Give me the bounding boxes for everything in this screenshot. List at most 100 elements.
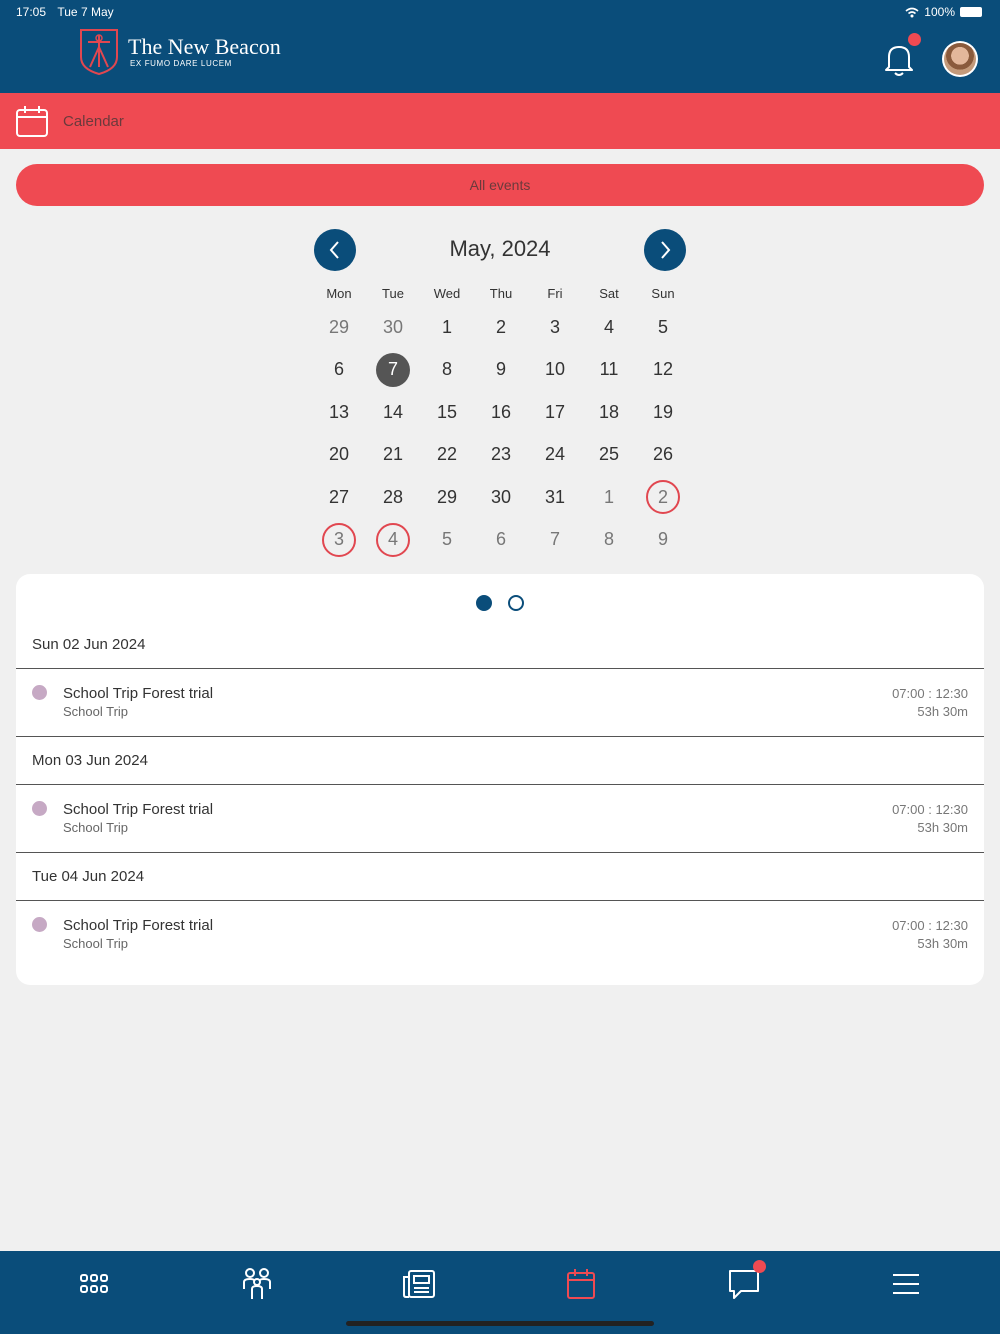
event-item[interactable]: School Trip Forest trial School Trip 07:00…	[16, 785, 984, 853]
day-number: 31	[544, 486, 566, 507]
calendar-day[interactable]: 7	[528, 519, 582, 562]
calendar-icon	[567, 1269, 595, 1299]
tab-calendar[interactable]	[559, 1264, 603, 1304]
calendar-day[interactable]: 18	[582, 391, 636, 434]
next-month-button[interactable]	[644, 229, 686, 271]
day-number: 19	[652, 401, 674, 422]
calendar-day[interactable]: 3	[312, 519, 366, 562]
calendar-day[interactable]: 2	[474, 306, 528, 349]
day-number: 21	[382, 444, 404, 465]
event-group-date: Sun 02 Jun 2024	[16, 621, 984, 669]
calendar-day[interactable]: 22	[420, 434, 474, 477]
event-group-date: Tue 04 Jun 2024	[16, 853, 984, 901]
event-title: School Trip Forest trial	[63, 917, 214, 934]
day-number: 20	[328, 444, 350, 465]
school-logo[interactable]: The New Beacon EX FUMO DARE LUCEM	[78, 27, 281, 75]
calendar-day[interactable]: 13	[312, 391, 366, 434]
day-number: 4	[376, 522, 410, 557]
event-duration: 53h 30m	[917, 936, 968, 951]
calendar-day[interactable]: 11	[582, 349, 636, 392]
day-number: 24	[544, 444, 566, 465]
calendar-day[interactable]: 24	[528, 434, 582, 477]
weekday-label: Thu	[489, 286, 513, 301]
tab-apps[interactable]	[72, 1264, 116, 1304]
calendar-day[interactable]: 29	[420, 476, 474, 519]
day-number: 5	[657, 316, 668, 337]
day-number: 13	[328, 401, 350, 422]
calendar-day[interactable]: 5	[420, 519, 474, 562]
event-start: 07:00	[892, 686, 925, 701]
calendar-day-today[interactable]: 7	[366, 349, 420, 392]
calendar-day[interactable]: 3	[528, 306, 582, 349]
event-group-date: Mon 03 Jun 2024	[16, 737, 984, 785]
day-number: 30	[490, 486, 512, 507]
calendar-day[interactable]: 16	[474, 391, 528, 434]
calendar-day[interactable]: 5	[636, 306, 690, 349]
event-time: 07:00 : 12:30	[892, 686, 968, 701]
prev-month-button[interactable]	[314, 229, 356, 271]
chat-badge	[753, 1260, 766, 1273]
calendar-day[interactable]: 30	[474, 476, 528, 519]
weekday-header: Mon Tue Wed Thu Fri Sat Sun	[312, 286, 690, 301]
calendar-day[interactable]: 29	[312, 306, 366, 349]
calendar-day[interactable]: 23	[474, 434, 528, 477]
weekday-label: Mon	[326, 286, 352, 301]
event-category: School Trip	[63, 936, 129, 951]
avatar[interactable]	[942, 41, 978, 77]
tab-menu[interactable]	[884, 1264, 928, 1304]
calendar-day[interactable]: 21	[366, 434, 420, 477]
tab-people[interactable]	[235, 1264, 279, 1304]
calendar-day[interactable]: 4	[582, 306, 636, 349]
event-end: 12:30	[935, 686, 968, 701]
day-number: 1	[441, 316, 452, 337]
calendar-day[interactable]: 1	[420, 306, 474, 349]
day-number: 8	[603, 529, 614, 550]
page-dot[interactable]	[476, 595, 492, 611]
event-duration: 53h 30m	[917, 820, 968, 835]
wifi-icon	[905, 7, 919, 17]
weekday-label: Wed	[433, 286, 461, 301]
calendar-day[interactable]: 6	[312, 349, 366, 392]
event-title: School Trip Forest trial	[63, 685, 214, 702]
calendar-day[interactable]: 26	[636, 434, 690, 477]
event-item[interactable]: School Trip Forest trial School Trip 07:00…	[16, 901, 984, 969]
calendar-day[interactable]: 8	[582, 519, 636, 562]
tab-news[interactable]	[397, 1264, 441, 1304]
calendar-day[interactable]: 9	[636, 519, 690, 562]
day-number: 5	[441, 529, 452, 550]
event-item[interactable]: School Trip Forest trial School Trip 07:00…	[16, 669, 984, 737]
day-number: 30	[382, 316, 404, 337]
status-date: Tue 7 May	[57, 5, 114, 19]
event-start: 07:00	[892, 802, 925, 817]
calendar-day[interactable]: 27	[312, 476, 366, 519]
calendar-day[interactable]: 12	[636, 349, 690, 392]
calendar-day[interactable]: 31	[528, 476, 582, 519]
day-number: 2	[646, 480, 680, 515]
day-number: 12	[652, 359, 674, 380]
calendar-day[interactable]: 1	[582, 476, 636, 519]
calendar-day[interactable]: 6	[474, 519, 528, 562]
page-dot[interactable]	[508, 595, 524, 611]
calendar-day[interactable]: 20	[312, 434, 366, 477]
day-number: 18	[598, 401, 620, 422]
day-number: 26	[652, 444, 674, 465]
calendar-day[interactable]: 28	[366, 476, 420, 519]
calendar-day[interactable]: 10	[528, 349, 582, 392]
calendar-day[interactable]: 2	[636, 476, 690, 519]
calendar-day[interactable]: 8	[420, 349, 474, 392]
day-number: 28	[382, 486, 404, 507]
weekday-label: Sat	[599, 286, 619, 301]
all-events-button[interactable]: All events	[16, 164, 984, 206]
calendar-day[interactable]: 15	[420, 391, 474, 434]
calendar-day[interactable]: 30	[366, 306, 420, 349]
news-icon	[403, 1270, 435, 1298]
app-header: 17:05 Tue 7 May 100% The New Beacon EX F…	[0, 0, 1000, 93]
calendar-day[interactable]: 4	[366, 519, 420, 562]
calendar-day[interactable]: 9	[474, 349, 528, 392]
weekday-label: Tue	[382, 286, 404, 301]
calendar-day[interactable]: 19	[636, 391, 690, 434]
day-number: 17	[544, 401, 566, 422]
calendar-day[interactable]: 25	[582, 434, 636, 477]
calendar-day[interactable]: 17	[528, 391, 582, 434]
calendar-day[interactable]: 14	[366, 391, 420, 434]
